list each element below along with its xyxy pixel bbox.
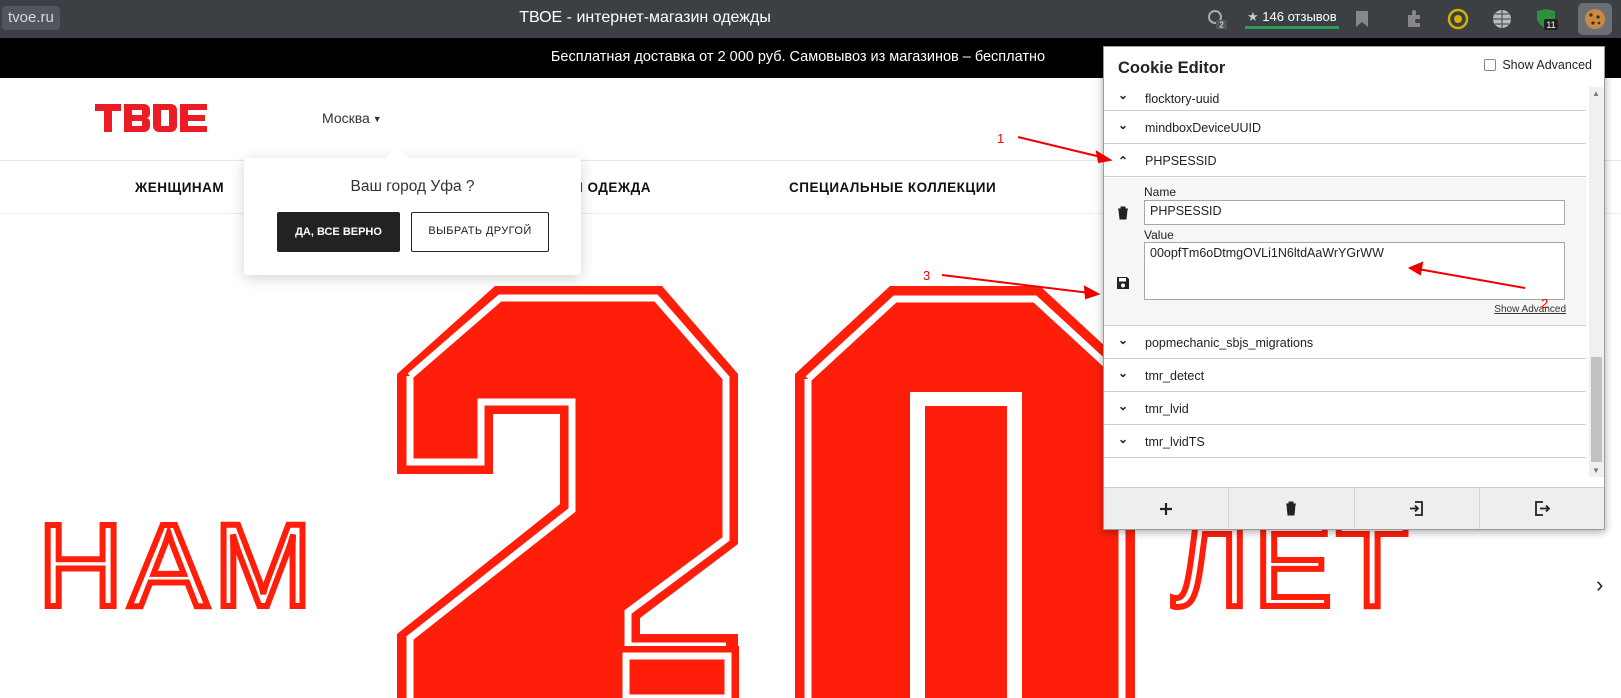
annotation-label: 3 — [923, 268, 931, 283]
annotation-label: 2 — [1541, 296, 1549, 311]
annotation-overlay — [941, 136, 1526, 300]
annotation-label: 1 — [997, 131, 1005, 146]
